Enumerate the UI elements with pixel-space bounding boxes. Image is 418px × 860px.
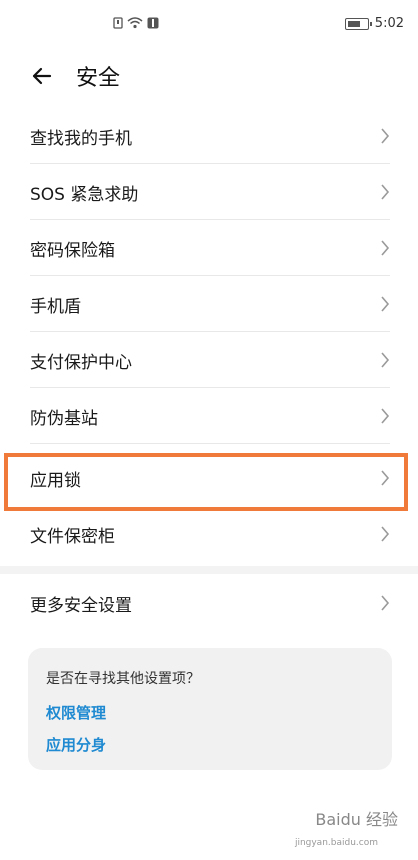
item-label: 手机盾 [30, 297, 81, 317]
item-find-my-phone[interactable]: 查找我的手机 [0, 108, 418, 164]
suggestion-card: 是否在寻找其他设置项？ 权限管理 应用分身 [28, 648, 392, 770]
watermark-logo: Baidu 经验 [315, 810, 398, 829]
item-label: 防伪基站 [30, 409, 98, 429]
status-right: 5:02 [344, 16, 404, 31]
item-sos[interactable]: SOS 紧急求助 [0, 164, 418, 220]
item-file-safe[interactable]: 文件保密柜 [0, 506, 418, 562]
chevron-right-icon [381, 184, 390, 200]
status-icons [113, 17, 159, 29]
battery-icon [344, 17, 372, 30]
back-arrow-icon[interactable] [28, 62, 56, 90]
item-app-lock[interactable]: 应用锁 [0, 450, 418, 506]
item-label: 密码保险箱 [30, 241, 115, 261]
chevron-right-icon [381, 408, 390, 424]
chevron-right-icon [381, 526, 390, 542]
item-label: 更多安全设置 [30, 596, 132, 616]
settings-list: 查找我的手机 SOS 紧急求助 密码保险箱 手机盾 支付保护中心 防伪基站 应用… [0, 108, 418, 562]
divider [30, 443, 390, 444]
section-gap [0, 566, 418, 574]
item-anti-fake-base-station[interactable]: 防伪基站 [0, 388, 418, 444]
header: 安全 [0, 52, 418, 102]
clock: 5:02 [374, 16, 404, 31]
chevron-right-icon [381, 352, 390, 368]
link-app-twin[interactable]: 应用分身 [46, 734, 106, 755]
item-payment-protection[interactable]: 支付保护中心 [0, 332, 418, 388]
status-bar: 5:02 [0, 0, 418, 50]
wifi-icon [127, 17, 143, 29]
notification-icon [147, 17, 159, 29]
item-label: 支付保护中心 [30, 353, 132, 373]
link-permission-management[interactable]: 权限管理 [46, 702, 106, 723]
watermark-url: jingyan.baidu.com [294, 838, 378, 848]
chevron-right-icon [381, 595, 390, 611]
item-password-vault[interactable]: 密码保险箱 [0, 220, 418, 276]
page-title: 安全 [76, 66, 121, 91]
suggestion-question: 是否在寻找其他设置项？ [46, 671, 200, 687]
item-more-security-settings[interactable]: 更多安全设置 [0, 575, 418, 631]
chevron-right-icon [381, 470, 390, 486]
item-label: SOS 紧急求助 [30, 185, 139, 205]
item-phone-shield[interactable]: 手机盾 [0, 276, 418, 332]
chevron-right-icon [381, 128, 390, 144]
sim-icon [113, 17, 123, 29]
item-label: 应用锁 [30, 471, 81, 491]
chevron-right-icon [381, 240, 390, 256]
chevron-right-icon [381, 296, 390, 312]
item-label: 文件保密柜 [30, 527, 115, 547]
item-label: 查找我的手机 [30, 129, 132, 149]
